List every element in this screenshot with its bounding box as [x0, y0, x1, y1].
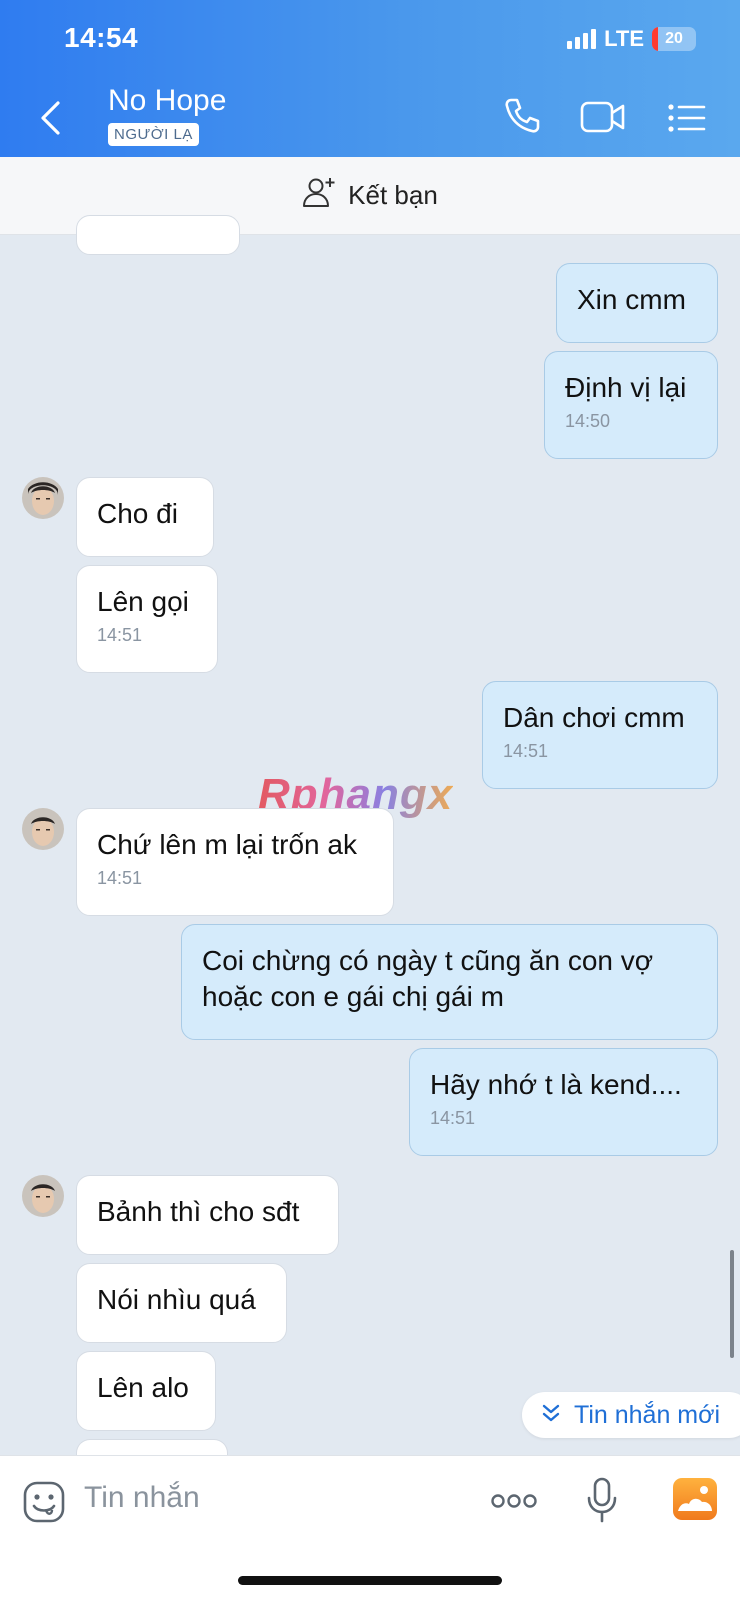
message-text: Cho đi	[97, 498, 178, 529]
more-dots-icon[interactable]	[490, 1492, 538, 1515]
message-text: Chứ lên m lại trốn ak	[97, 829, 357, 860]
message-bubble-incoming[interactable]: Nói nhìu quá	[76, 1263, 287, 1343]
avatar[interactable]	[22, 1175, 64, 1217]
message-time: 14:50	[565, 411, 611, 431]
message-bubble-outgoing[interactable]: Định vị lại 14:50	[544, 351, 718, 459]
message-bubble-partial	[76, 215, 240, 255]
message-text: Bảnh thì cho sđt	[97, 1196, 300, 1227]
message-bubble-incoming[interactable]: Lên alo	[76, 1351, 216, 1431]
stranger-badge: NGƯỜI LẠ	[108, 123, 199, 146]
message-bubble-incoming[interactable]: Lên gọi 14:51	[76, 565, 218, 673]
network-label: LTE	[604, 26, 644, 51]
message-time: 14:51	[430, 1108, 476, 1128]
signal-icon	[567, 29, 597, 49]
chat-header: 14:54 LTE 20 No Hope NGƯỜI LẠ	[0, 0, 740, 157]
status-indicators: LTE 20	[567, 26, 696, 52]
message-bubble-incoming[interactable]: Chứ lên m lại trốn ak 14:51	[76, 808, 394, 916]
menu-list-icon[interactable]	[668, 104, 706, 137]
status-time: 14:54	[64, 22, 139, 53]
message-text: Lên alo	[97, 1372, 189, 1403]
message-bubble-incoming[interactable]: Cho đi	[76, 477, 214, 557]
avatar[interactable]	[22, 477, 64, 519]
message-text: Coi chừng có ngày t cũng ăn con vợ hoặc …	[202, 945, 654, 1012]
message-text: Hãy nhớ t là kend....	[430, 1069, 682, 1100]
message-time: 14:51	[97, 625, 143, 645]
scrollbar[interactable]	[730, 1250, 734, 1358]
message-bubble-outgoing[interactable]: Dân chơi cmm 14:51	[482, 681, 718, 789]
chevrons-down-icon	[542, 1401, 560, 1430]
gallery-icon[interactable]	[672, 1477, 718, 1526]
contact-name[interactable]: No Hope	[108, 84, 226, 118]
phone-icon[interactable]	[502, 96, 542, 141]
message-text: Dân chơi cmm	[503, 702, 685, 733]
message-bubble-partial	[76, 1439, 228, 1455]
video-camera-icon[interactable]	[580, 100, 626, 139]
message-text: Lên gọi	[97, 586, 189, 617]
new-messages-label: Tin nhắn mới	[574, 1400, 721, 1429]
battery-icon: 20	[652, 27, 696, 51]
new-messages-button[interactable]: Tin nhắn mới	[522, 1392, 740, 1438]
message-bubble-outgoing[interactable]: Hãy nhớ t là kend.... 14:51	[409, 1048, 718, 1156]
add-friend-icon	[302, 176, 338, 215]
message-text: Nói nhìu quá	[97, 1284, 256, 1315]
message-text: Định vị lại	[565, 372, 687, 403]
sticker-icon[interactable]	[22, 1480, 66, 1529]
message-bubble-outgoing[interactable]: Coi chừng có ngày t cũng ăn con vợ hoặc …	[181, 924, 718, 1040]
message-bubble-incoming[interactable]: Bảnh thì cho sđt	[76, 1175, 339, 1255]
message-bubble-outgoing[interactable]: Xin cmm	[556, 263, 718, 343]
message-text: Xin cmm	[577, 284, 686, 315]
message-time: 14:51	[97, 868, 143, 888]
add-friend-label: Kết bạn	[348, 180, 438, 210]
message-time: 14:51	[503, 741, 549, 761]
back-arrow-icon[interactable]	[38, 100, 64, 141]
avatar[interactable]	[22, 808, 64, 850]
message-input[interactable]: Tin nhắn	[84, 1481, 200, 1515]
microphone-icon[interactable]	[586, 1476, 618, 1529]
home-indicator	[238, 1576, 502, 1585]
battery-level: 20	[665, 30, 683, 47]
